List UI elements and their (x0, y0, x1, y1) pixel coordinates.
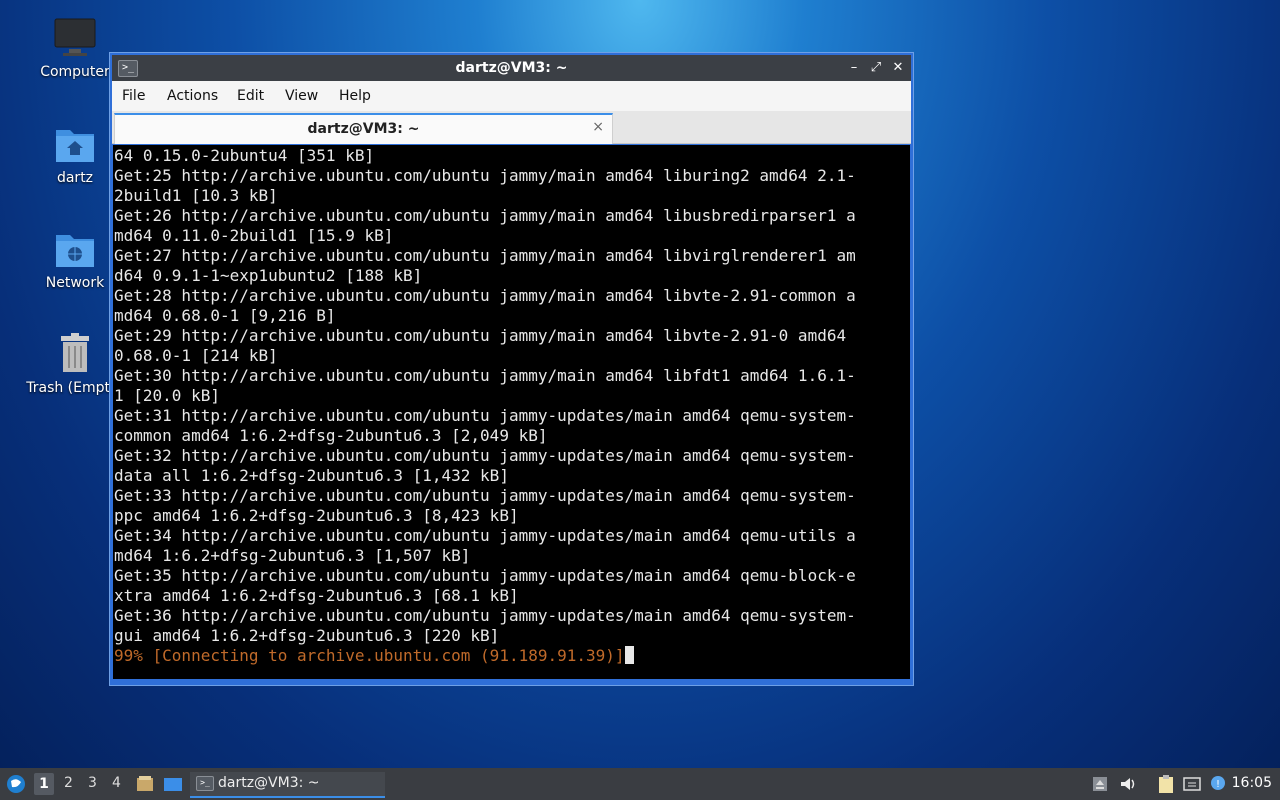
terminal-line: md64 0.68.0-1 [9,216 B] (114, 306, 336, 325)
workspace-1[interactable]: 1 (34, 773, 54, 795)
terminal-line: Get:33 http://archive.ubuntu.com/ubuntu … (114, 486, 856, 505)
terminal-line: Get:27 http://archive.ubuntu.com/ubuntu … (114, 246, 856, 265)
terminal-line: Get:36 http://archive.ubuntu.com/ubuntu … (114, 606, 856, 625)
svg-text:!: ! (1216, 779, 1220, 790)
terminal-line: d64 0.9.1-1~exp1ubuntu2 [188 kB] (114, 266, 423, 285)
terminal-progress-line: 99% [Connecting to archive.ubuntu.com (9… (114, 646, 634, 666)
network-folder-icon (53, 227, 97, 271)
eject-icon[interactable] (1090, 774, 1110, 794)
terminal-line: Get:35 http://archive.ubuntu.com/ubuntu … (114, 566, 856, 585)
menu-edit[interactable]: Edit (237, 88, 264, 104)
tab-strip: dartz@VM3: ~ × (112, 111, 911, 144)
workspace-2[interactable]: 2 (64, 775, 73, 791)
terminal-output[interactable]: 64 0.15.0-2ubuntu4 [351 kB] Get:25 http:/… (113, 145, 910, 679)
menu-file[interactable]: File (122, 88, 145, 104)
terminal-window: >_ dartz@VM3: ~ – ⤢ ✕ File Actions Edit … (110, 53, 913, 685)
terminal-line: ppc amd64 1:6.2+dfsg-2ubuntu6.3 [8,423 k… (114, 506, 519, 525)
tab-label: dartz@VM3: ~ (307, 121, 420, 137)
terminal-line: md64 1:6.2+dfsg-2ubuntu6.3 [1,507 kB] (114, 546, 471, 565)
terminal-line: 0.68.0-1 [214 kB] (114, 346, 278, 365)
progress-text: 99% [Connecting to archive.ubuntu.com (9… (114, 646, 625, 665)
tab-close-icon[interactable]: × (592, 119, 604, 135)
terminal-line: 64 0.15.0-2ubuntu4 [351 kB] (114, 146, 375, 165)
terminal-line: Get:32 http://archive.ubuntu.com/ubuntu … (114, 446, 856, 465)
tab-terminal[interactable]: dartz@VM3: ~ × (114, 113, 613, 144)
notification-icon[interactable]: ! (1208, 774, 1228, 794)
terminal-line: Get:31 http://archive.ubuntu.com/ubuntu … (114, 406, 856, 425)
close-button[interactable]: ✕ (889, 59, 907, 77)
taskbar-item-label: dartz@VM3: ~ (218, 775, 320, 791)
app-menu-icon[interactable] (5, 773, 27, 795)
terminal-line: xtra amd64 1:6.2+dfsg-2ubuntu6.3 [68.1 k… (114, 586, 519, 605)
terminal-line: md64 0.11.0-2build1 [15.9 kB] (114, 226, 394, 245)
terminal-line: data all 1:6.2+dfsg-2ubuntu6.3 [1,432 kB… (114, 466, 509, 485)
menu-help[interactable]: Help (339, 88, 371, 104)
trash-icon (53, 332, 97, 376)
file-manager-icon[interactable] (135, 774, 155, 794)
terminal-line: common amd64 1:6.2+dfsg-2ubuntu6.3 [2,04… (114, 426, 548, 445)
terminal-cursor (624, 646, 634, 664)
menu-view[interactable]: View (285, 88, 318, 104)
terminal-line: Get:29 http://archive.ubuntu.com/ubuntu … (114, 326, 847, 345)
taskbar-item-terminal[interactable]: >_ dartz@VM3: ~ (190, 772, 385, 798)
taskbar-panel: 1 2 3 4 >_ dartz@VM3: ~ ! 16:05 (0, 768, 1280, 800)
terminal-line: Get:34 http://archive.ubuntu.com/ubuntu … (114, 526, 856, 545)
terminal-line: Get:30 http://archive.ubuntu.com/ubuntu … (114, 366, 856, 385)
terminal-task-icon: >_ (196, 776, 214, 791)
window-title: dartz@VM3: ~ (455, 60, 568, 76)
clock[interactable]: 16:05 (1232, 775, 1272, 791)
home-folder-icon (53, 122, 97, 166)
workspace-3[interactable]: 3 (88, 775, 97, 791)
terminal-line: Get:28 http://archive.ubuntu.com/ubuntu … (114, 286, 856, 305)
clipboard-icon[interactable] (1156, 774, 1176, 794)
maximize-button[interactable]: ⤢ (867, 59, 885, 77)
window-titlebar[interactable]: >_ dartz@VM3: ~ – ⤢ ✕ (112, 55, 911, 81)
terminal-line: gui amd64 1:6.2+dfsg-2ubuntu6.3 [220 kB] (114, 626, 500, 645)
show-desktop-icon[interactable] (162, 774, 184, 794)
menu-bar: File Actions Edit View Help (112, 81, 911, 111)
terminal-line: Get:25 http://archive.ubuntu.com/ubuntu … (114, 166, 856, 185)
terminal-line: Get:26 http://archive.ubuntu.com/ubuntu … (114, 206, 856, 225)
terminal-line: 2build1 [10.3 kB] (114, 186, 278, 205)
network-icon[interactable] (1182, 774, 1202, 794)
minimize-button[interactable]: – (845, 59, 863, 77)
workspace-4[interactable]: 4 (112, 775, 121, 791)
menu-actions[interactable]: Actions (167, 88, 218, 104)
volume-icon[interactable] (1118, 774, 1138, 794)
terminal-line: 1 [20.0 kB] (114, 386, 220, 405)
monitor-icon (53, 16, 97, 60)
